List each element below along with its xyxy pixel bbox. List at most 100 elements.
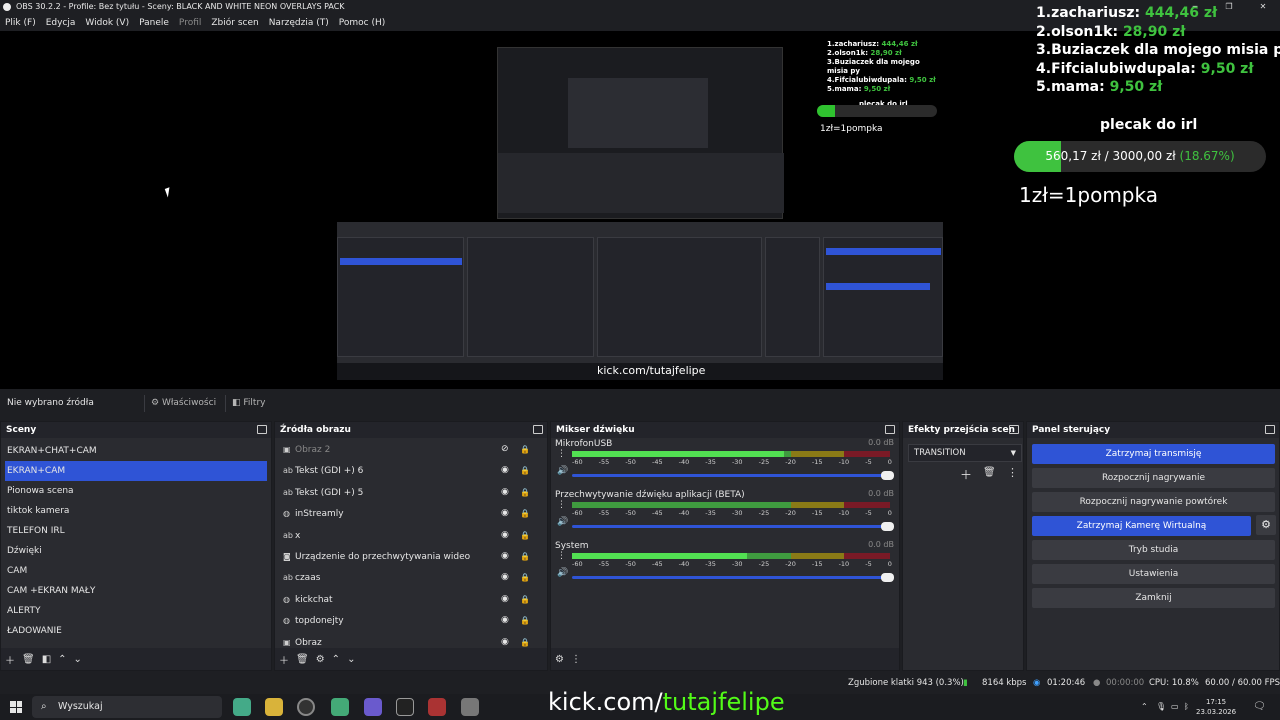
scene-item[interactable]: ALERTY xyxy=(1,601,271,621)
microphone-icon[interactable]: 🎙 xyxy=(1156,694,1166,720)
menu-item[interactable]: Edycja xyxy=(41,15,81,31)
scene-item[interactable]: ŁADOWANIE xyxy=(1,621,271,641)
scene-item[interactable]: Dźwięki xyxy=(1,541,271,561)
control-button[interactable]: Rozpocznij nagrywanie xyxy=(1032,468,1275,488)
eye-icon[interactable]: ◉ xyxy=(501,610,509,631)
eye-icon[interactable]: ◉ xyxy=(501,460,509,481)
lock-icon[interactable]: 🔒 xyxy=(520,610,530,631)
source-item[interactable]: ab Tekst (GDI +) 6 ◉ 🔒 xyxy=(275,460,547,481)
more-icon[interactable]: ⋮ xyxy=(1007,466,1018,479)
browser-icon[interactable] xyxy=(331,698,349,716)
chevron-up-icon[interactable]: ⌃ xyxy=(58,654,66,665)
eye-icon[interactable]: ◉ xyxy=(501,482,509,503)
volume-knob[interactable] xyxy=(881,522,894,531)
file-explorer-icon[interactable] xyxy=(265,698,283,716)
taskbar-search[interactable]: ⌕ Wyszukaj xyxy=(32,696,222,718)
source-item[interactable]: ◍ inStreamly ◉ 🔒 xyxy=(275,503,547,524)
menu-item[interactable]: Panele xyxy=(134,15,174,31)
scene-item[interactable]: Pionowa scena xyxy=(1,481,271,501)
add-icon[interactable]: ＋ xyxy=(5,652,15,667)
more-icon[interactable]: ⋮ xyxy=(557,500,566,510)
notification-icon[interactable]: 🗨 xyxy=(1253,694,1266,720)
source-item[interactable]: ◍ topdonejty ◉ 🔒 xyxy=(275,610,547,631)
menu-item[interactable]: Pomoc (H) xyxy=(334,15,391,31)
source-item[interactable]: ◍ kickchat ◉ 🔒 xyxy=(275,589,547,610)
source-item[interactable]: ab Tekst (GDI +) 5 ◉ 🔒 xyxy=(275,482,547,503)
eye-icon[interactable]: ◉ xyxy=(501,567,509,588)
terminal-icon[interactable] xyxy=(396,698,414,716)
lock-icon[interactable]: 🔒 xyxy=(520,503,530,524)
virtual-camera-settings-gear-icon[interactable]: ⚙ xyxy=(1256,515,1276,535)
tray-chevron-icon[interactable]: ⌃ xyxy=(1141,694,1148,720)
filters-button[interactable]: ◧ Filtry xyxy=(225,395,271,412)
menu-item[interactable]: Plik (F) xyxy=(0,15,41,31)
lock-icon[interactable]: 🔒 xyxy=(520,546,530,567)
more-icon[interactable]: ⋮ xyxy=(571,654,581,665)
scene-item[interactable]: EKRAN+CAM xyxy=(5,461,267,481)
windows-start-icon[interactable] xyxy=(10,701,22,713)
control-button[interactable]: Zatrzymaj Kamerę Wirtualną xyxy=(1032,516,1251,536)
add-icon[interactable]: ＋ xyxy=(279,652,289,667)
control-button[interactable]: Tryb studia xyxy=(1032,540,1275,560)
discord-icon[interactable] xyxy=(364,698,382,716)
volume-knob[interactable] xyxy=(881,471,894,480)
bluetooth-icon[interactable]: ᛒ xyxy=(1184,694,1189,720)
lock-icon[interactable]: 🔒 xyxy=(520,567,530,588)
source-item[interactable]: ab czaas ◉ 🔒 xyxy=(275,567,547,588)
eye-hidden-icon[interactable]: ⊘ xyxy=(501,439,509,460)
lock-icon[interactable]: 🔒 xyxy=(520,482,530,503)
undock-icon[interactable] xyxy=(533,425,543,434)
source-item[interactable]: ▣ Obraz 2 ⊘ 🔒 xyxy=(275,439,547,460)
chevron-up-icon[interactable]: ⌃ xyxy=(332,654,340,665)
menu-item[interactable]: Widok (V) xyxy=(80,15,134,31)
lock-icon[interactable]: 🔒 xyxy=(520,525,530,546)
menu-item[interactable]: Zbiór scen xyxy=(206,15,263,31)
scene-item[interactable]: EKRAN+CHAT+CAM xyxy=(1,441,271,461)
eye-icon[interactable]: ◉ xyxy=(501,503,509,524)
undock-icon[interactable] xyxy=(885,425,895,434)
taskbar-clock[interactable]: 17:15 23.03.2026 xyxy=(1196,697,1236,717)
filter-icon[interactable]: ◧ xyxy=(42,654,51,665)
undock-icon[interactable] xyxy=(257,425,267,434)
gear-icon[interactable]: ⚙ xyxy=(555,654,564,665)
control-button[interactable]: Rozpocznij nagrywanie powtórek xyxy=(1032,492,1275,512)
volume-slider[interactable] xyxy=(572,522,894,531)
gear-icon[interactable]: ⚙ xyxy=(316,654,325,665)
scene-item[interactable]: CAM xyxy=(1,561,271,581)
chrome-icon[interactable] xyxy=(233,698,251,716)
scene-item[interactable]: JUST CHATTING xyxy=(1,641,271,646)
volume-slider[interactable] xyxy=(572,573,894,582)
trash-icon[interactable]: 🗑 xyxy=(22,654,35,665)
add-icon[interactable]: ＋ xyxy=(960,466,972,483)
more-icon[interactable]: ⋮ xyxy=(557,551,566,561)
control-button[interactable]: Zamknij xyxy=(1032,588,1275,608)
source-item[interactable]: ab x ◉ 🔒 xyxy=(275,525,547,546)
undock-icon[interactable] xyxy=(1265,425,1275,434)
lock-icon[interactable]: 🔒 xyxy=(520,460,530,481)
transition-select[interactable]: TRANSITION ▼ xyxy=(908,444,1022,462)
eye-icon[interactable]: ◉ xyxy=(501,589,509,610)
app-icon[interactable] xyxy=(428,698,446,716)
app-icon[interactable] xyxy=(461,698,479,716)
more-icon[interactable]: ⋮ xyxy=(557,449,566,459)
volume-knob[interactable] xyxy=(881,573,894,582)
speaker-icon[interactable]: 🔊 xyxy=(557,517,568,527)
speaker-icon[interactable]: 🔊 xyxy=(557,466,568,476)
lock-icon[interactable]: 🔒 xyxy=(520,589,530,610)
lock-icon[interactable]: 🔒 xyxy=(520,439,530,460)
obs-taskbar-icon[interactable] xyxy=(297,698,315,716)
network-icon[interactable]: ▭ xyxy=(1171,694,1179,720)
trash-icon[interactable]: 🗑 xyxy=(296,654,309,665)
scene-item[interactable]: TELEFON IRL xyxy=(1,521,271,541)
source-item[interactable]: ◙ Urządzenie do przechwytywania wideo ◉ 🔒 xyxy=(275,546,547,567)
control-button[interactable]: Zatrzymaj transmisję xyxy=(1032,444,1275,464)
trash-icon[interactable]: 🗑 xyxy=(983,467,996,478)
scene-item[interactable]: CAM +EKRAN MAŁY xyxy=(1,581,271,601)
menu-item[interactable]: Narzędzia (T) xyxy=(264,15,334,31)
eye-icon[interactable]: ◉ xyxy=(501,546,509,567)
eye-icon[interactable]: ◉ xyxy=(501,525,509,546)
control-button[interactable]: Ustawienia xyxy=(1032,564,1275,584)
speaker-icon[interactable]: 🔊 xyxy=(557,568,568,578)
properties-button[interactable]: ⚙ Właściwości xyxy=(144,395,222,412)
chevron-down-icon[interactable]: ⌄ xyxy=(347,654,355,665)
